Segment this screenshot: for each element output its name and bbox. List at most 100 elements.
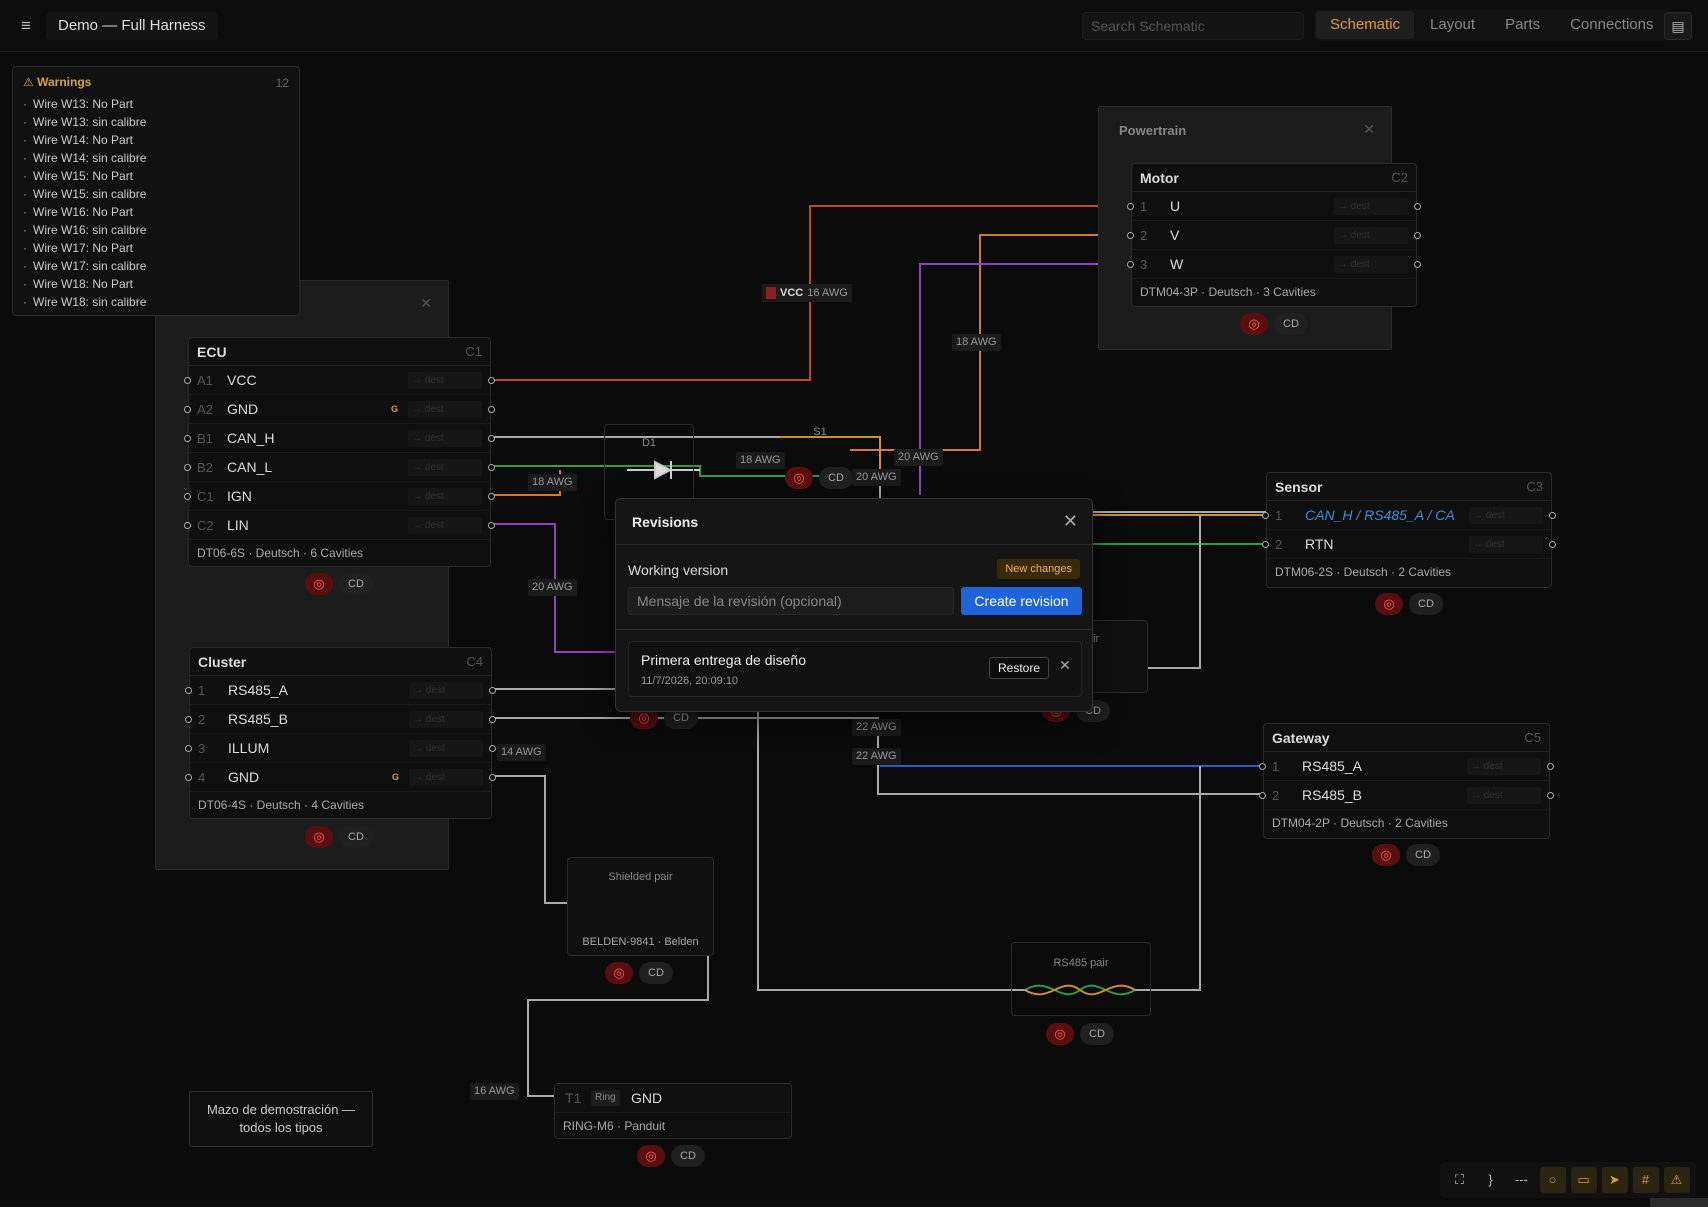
pin-row[interactable]: 2 RS485_B → dest — [1259, 781, 1554, 810]
awg-label[interactable]: 18 AWG — [952, 334, 1001, 351]
pin-dest-field[interactable]: → dest — [409, 711, 483, 728]
pin-row[interactable]: B2 CAN_L → dest — [184, 453, 495, 482]
pin-row[interactable]: 1 CAN_H / RS485_A / CA → dest — [1262, 501, 1556, 530]
dash-icon[interactable]: --- — [1509, 1167, 1535, 1193]
pin-row[interactable]: 2 V → dest — [1127, 221, 1421, 250]
pin-dest-field[interactable]: → dest — [408, 430, 482, 447]
warning-icon[interactable]: ⚠ — [1663, 1167, 1690, 1193]
pin-dest-field[interactable]: → dest — [408, 459, 482, 476]
pin-handle-left[interactable] — [1127, 232, 1134, 239]
warning-item[interactable]: Wire W18: No Part — [23, 275, 289, 293]
connector-sensor[interactable]: Sensor C3 1 CAN_H / RS485_A / CA → dest 2 RTN… — [1262, 472, 1556, 588]
pin-dest-field[interactable]: → dest — [1334, 256, 1408, 273]
pin-dest-field[interactable]: → dest — [409, 740, 483, 757]
pin-handle-right[interactable] — [1547, 763, 1554, 770]
pin-handle-left[interactable] — [184, 377, 191, 384]
pin-handle-right[interactable] — [1414, 203, 1421, 210]
connector-cluster[interactable]: Cluster C4 1 RS485_A → dest 2 RS485_B → dest 3 I… — [185, 647, 496, 819]
document-title[interactable]: Demo — Full Harness — [46, 12, 218, 40]
rs485-pair-component[interactable]: RS485 pair — [1011, 942, 1151, 1016]
pin-row[interactable]: 1 RS485_A → dest — [185, 676, 496, 705]
record-icon[interactable]: ◎ — [637, 1145, 665, 1167]
pin-handle-right[interactable] — [488, 406, 495, 413]
note-box[interactable]: Mazo de demostración — todos los tipos — [189, 1091, 373, 1147]
pin-handle-right[interactable] — [488, 522, 495, 529]
awg-label[interactable]: 22 AWG — [852, 719, 901, 736]
awg-label[interactable]: 16 AWG — [470, 1083, 519, 1100]
awg-label[interactable]: 18 AWG — [528, 474, 577, 491]
pin-handle-right[interactable] — [489, 745, 496, 752]
pin-dest-field[interactable]: → dest — [1469, 536, 1543, 553]
pin-handle-left[interactable] — [184, 406, 191, 413]
awg-label[interactable]: 20 AWG — [528, 579, 577, 596]
cd-badge[interactable]: CD — [1409, 593, 1443, 615]
warning-item[interactable]: Wire W13: No Part — [23, 95, 289, 113]
pin-dest-field[interactable]: → dest — [408, 372, 482, 389]
connector-gateway[interactable]: Gateway C5 1 RS485_A → dest 2 RS485_B → dest D… — [1259, 723, 1554, 839]
record-icon[interactable]: ◎ — [1240, 313, 1268, 335]
pin-dest-field[interactable]: → dest — [1469, 507, 1543, 524]
cd-badge[interactable]: CD — [1406, 844, 1440, 866]
revision-item[interactable]: Primera entrega de diseño 11/7/2026, 20:… — [628, 641, 1082, 697]
pin-handle-left[interactable] — [185, 774, 192, 781]
arrow-icon[interactable]: ➤ — [1601, 1167, 1628, 1193]
pin-handle-left[interactable] — [184, 493, 191, 500]
shielded-pair-component[interactable]: Shielded pair BELDEN-9841 · Belden — [567, 857, 714, 956]
warning-item[interactable]: Wire W16: sin calibre — [23, 221, 289, 239]
awg-label[interactable]: 22 AWG — [852, 748, 901, 765]
panel-icon[interactable]: ▤ — [1664, 12, 1692, 40]
tab-parts[interactable]: Parts — [1491, 11, 1554, 39]
warning-item[interactable]: Wire W13: sin calibre — [23, 113, 289, 131]
warning-item[interactable]: Wire W15: sin calibre — [23, 185, 289, 203]
cd-badge[interactable]: CD — [1080, 1023, 1114, 1045]
pin-dest-field[interactable]: → dest — [1334, 198, 1408, 215]
circle-icon[interactable]: ○ — [1539, 1167, 1566, 1193]
record-icon[interactable]: ◎ — [305, 826, 333, 848]
record-icon[interactable]: ◎ — [1046, 1023, 1074, 1045]
pin-dest-field[interactable]: → dest — [408, 401, 482, 418]
pin-row[interactable]: C1 IGN → dest — [184, 482, 495, 511]
restore-button[interactable]: Restore — [989, 657, 1049, 679]
pin-handle-left[interactable] — [1127, 203, 1134, 210]
pin-row[interactable]: 3 W → dest — [1127, 250, 1421, 279]
close-icon[interactable]: ✕ — [420, 295, 432, 312]
pin-row[interactable]: 1 RS485_A → dest — [1259, 752, 1554, 781]
pin-handle-right[interactable] — [1414, 261, 1421, 268]
warning-item[interactable]: Wire W14: sin calibre — [23, 149, 289, 167]
pin-dest-field[interactable]: → dest — [409, 682, 483, 699]
awg-label[interactable]: 20 AWG — [894, 449, 943, 466]
pin-handle-left[interactable] — [1262, 541, 1269, 548]
tab-schematic[interactable]: Schematic — [1316, 11, 1415, 39]
warning-item[interactable]: Wire W17: No Part — [23, 239, 289, 257]
cd-badge[interactable]: CD — [339, 573, 373, 595]
pin-row[interactable]: 3 ILLUM → dest — [185, 734, 496, 763]
pin-handle-left[interactable] — [185, 716, 192, 723]
cd-badge[interactable]: CD — [671, 1145, 705, 1167]
pin-handle-right[interactable] — [488, 377, 495, 384]
pin-row[interactable]: A2 GND G → dest — [184, 395, 495, 424]
pin-handle-left[interactable] — [1262, 512, 1269, 519]
pin-row[interactable]: 1 U → dest — [1127, 192, 1421, 221]
pin-row[interactable]: 2 RS485_B → dest — [185, 705, 496, 734]
pin-dest-field[interactable]: → dest — [1467, 787, 1541, 804]
cd-badge[interactable]: CD — [1274, 313, 1308, 335]
connector-ecu[interactable]: ECU C1 A1 VCC → dest A2 GND G → dest B1 CAN_H → de… — [184, 337, 495, 567]
hamburger-icon[interactable]: ≡ — [16, 16, 36, 36]
fit-icon[interactable]: ⛶ — [1447, 1167, 1473, 1193]
awg-label[interactable]: 18 AWG — [736, 452, 785, 469]
pin-row[interactable]: 4 GND G → dest — [185, 763, 496, 792]
record-icon[interactable]: ◎ — [605, 962, 633, 984]
scrollbar[interactable] — [1650, 1198, 1708, 1207]
record-icon[interactable]: ◎ — [1375, 593, 1403, 615]
tab-connections[interactable]: Connections — [1556, 11, 1667, 39]
pin-dest-field[interactable]: → dest — [1467, 758, 1541, 775]
create-revision-button[interactable]: Create revision — [961, 587, 1082, 615]
warning-item[interactable]: Wire W16: No Part — [23, 203, 289, 221]
delete-revision-icon[interactable]: ✕ — [1059, 657, 1071, 674]
pin-handle-left[interactable] — [185, 745, 192, 752]
revision-message-input[interactable]: Mensaje de la revisión (opcional) — [628, 587, 954, 615]
pin-handle-right[interactable] — [1549, 512, 1556, 519]
pin-handle-right[interactable] — [488, 493, 495, 500]
pin-row[interactable]: A1 VCC → dest — [184, 366, 495, 395]
close-icon[interactable]: ✕ — [1363, 121, 1375, 138]
